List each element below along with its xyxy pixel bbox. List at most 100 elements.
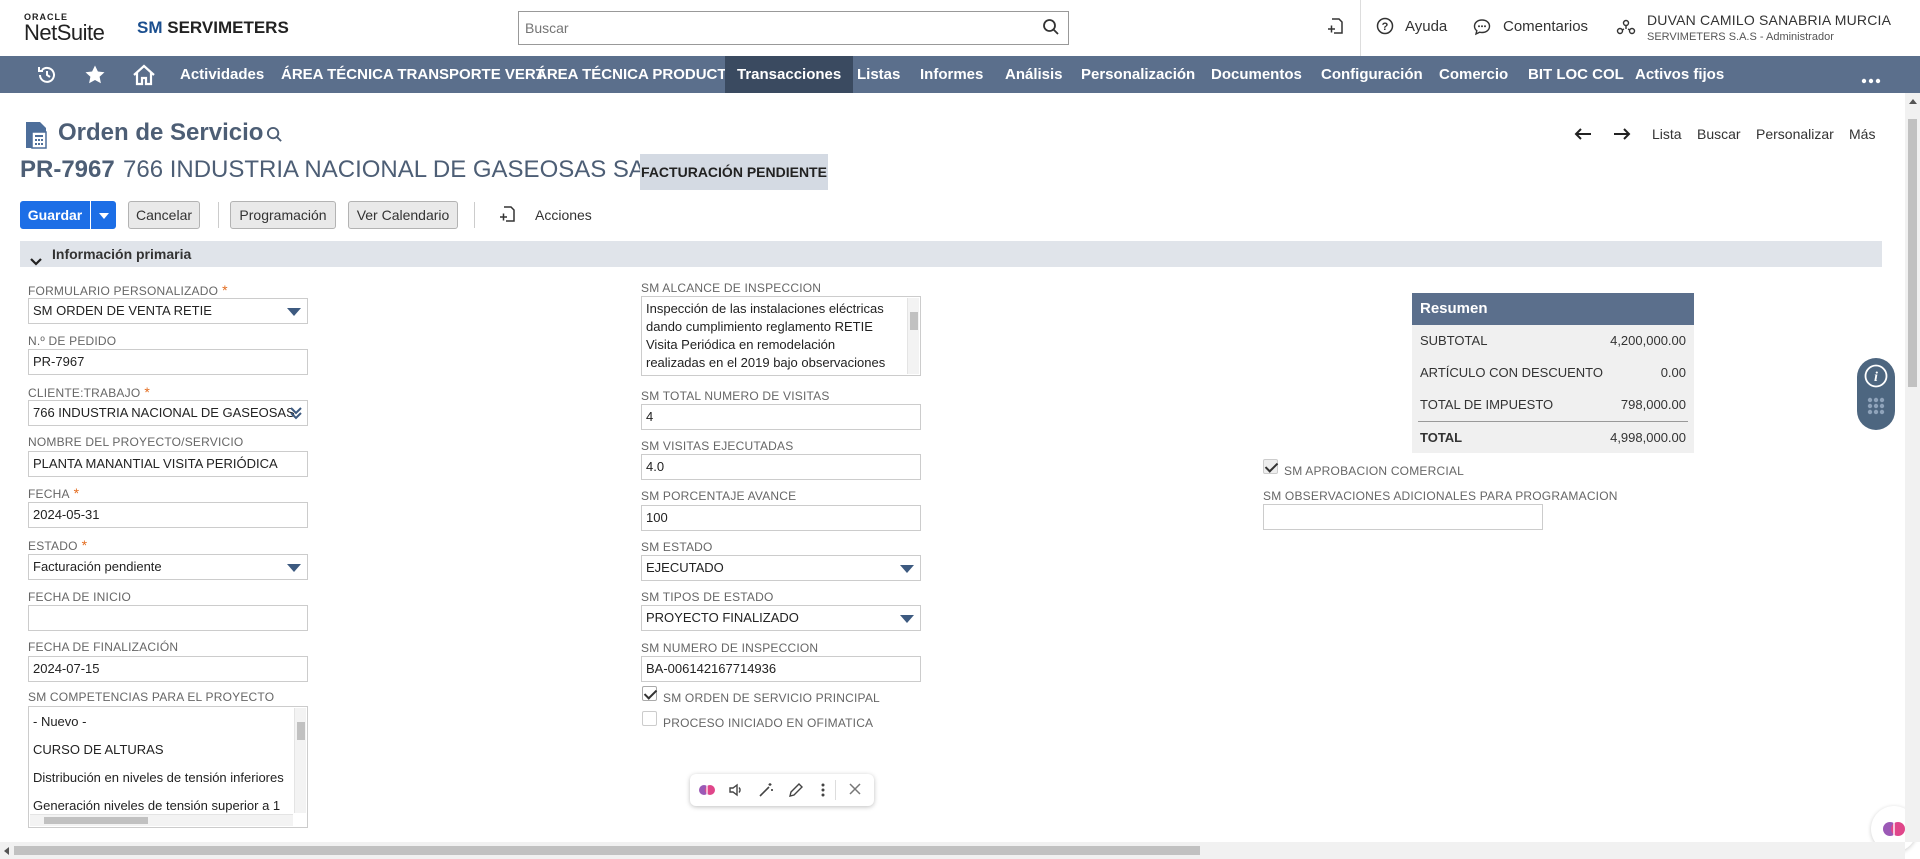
total-visits-input[interactable]: 4: [641, 404, 921, 430]
sm-state-select[interactable]: EJECUTADO: [641, 555, 921, 581]
chevron-down-icon: [30, 249, 42, 275]
section-primary-info[interactable]: Información primaria: [20, 241, 1882, 267]
scroll-thumb[interactable]: [1908, 119, 1917, 387]
textarea-vscroll[interactable]: [907, 298, 919, 374]
recent-icon[interactable]: [36, 64, 58, 91]
principal-order-label: SM ORDEN DE SERVICIO PRINCIPAL: [663, 691, 880, 705]
actions-menu[interactable]: Acciones: [535, 207, 592, 223]
nav-comercio[interactable]: Comercio: [1427, 56, 1520, 93]
nav-transacciones[interactable]: Transacciones: [725, 56, 854, 93]
list-item[interactable]: - Nuevo -: [29, 708, 307, 736]
state-select[interactable]: Facturación pendiente: [28, 554, 308, 580]
nav-area-tecnica-producto[interactable]: ÁREA TÉCNICA PRODUCTO: [524, 56, 750, 93]
nav-personalizacion[interactable]: Personalización: [1069, 56, 1207, 93]
form-select[interactable]: SM ORDEN DE VENTA RETIE: [28, 298, 308, 324]
cancel-button[interactable]: Cancelar: [128, 201, 200, 229]
nav-area-tecnica-transporte[interactable]: ÁREA TÉCNICA TRANSPORTE VERT.: [269, 56, 559, 93]
client-select[interactable]: 766 INDUSTRIA NACIONAL DE GASEOSAS: [28, 400, 308, 426]
search-icon[interactable]: [1042, 18, 1060, 41]
record-search-icon[interactable]: [266, 126, 283, 148]
pencil-icon[interactable]: [788, 782, 804, 801]
help-icon[interactable]: ?: [1376, 17, 1394, 39]
help-link[interactable]: Ayuda: [1405, 18, 1447, 35]
global-search[interactable]: [518, 11, 1069, 45]
nav-configuracion[interactable]: Configuración: [1309, 56, 1435, 93]
page-vertical-scrollbar[interactable]: [1905, 93, 1920, 842]
search-link[interactable]: Buscar: [1697, 126, 1741, 142]
project-input[interactable]: PLANTA MANANTIAL VISITA PERIÓDICA: [28, 451, 308, 477]
principal-order-checkbox[interactable]: [642, 686, 657, 701]
nav-activos-fijos[interactable]: Activos fijos: [1623, 56, 1736, 93]
comments-icon[interactable]: [1473, 18, 1491, 40]
listbox-vscroll[interactable]: [294, 708, 306, 813]
date-input[interactable]: 2024-05-31: [28, 502, 308, 528]
more-nav-icon[interactable]: [1861, 71, 1881, 89]
speaker-icon[interactable]: [728, 782, 744, 801]
favorites-star-icon[interactable]: [84, 64, 106, 91]
double-chevron-down-icon: [289, 405, 303, 425]
state-label-text: ESTADO: [28, 539, 78, 553]
role-switch-icon[interactable]: [1616, 18, 1636, 42]
list-item[interactable]: CURSO DE ALTURAS: [29, 736, 307, 764]
scroll-thumb[interactable]: [14, 846, 1200, 855]
start-date-input[interactable]: [28, 605, 308, 631]
tax-label: TOTAL DE IMPUESTO: [1420, 397, 1554, 412]
user-name[interactable]: DUVAN CAMILO SANABRIA MURCIA: [1647, 12, 1891, 28]
apps-grid-icon[interactable]: [1866, 396, 1886, 421]
state-types-select[interactable]: PROYECTO FINALIZADO: [641, 605, 921, 631]
list-item[interactable]: Distribución en niveles de tensión infer…: [29, 764, 307, 792]
more-vertical-icon[interactable]: [820, 782, 826, 801]
observations-input[interactable]: [1263, 504, 1543, 530]
nav-documentos[interactable]: Documentos: [1199, 56, 1314, 93]
order-number-input[interactable]: PR-7967: [28, 349, 308, 375]
user-role[interactable]: SERVIMETERS S.A.S - Administrador: [1647, 31, 1834, 43]
scroll-left-arrow-icon[interactable]: [4, 847, 9, 855]
comments-link[interactable]: Comentarios: [1503, 18, 1588, 35]
nav-analisis[interactable]: Análisis: [993, 56, 1075, 93]
netsuite-logo[interactable]: NetSuite: [24, 20, 105, 46]
nav-actividades[interactable]: Actividades: [168, 56, 276, 93]
progress-input[interactable]: 100: [641, 505, 921, 531]
calendar-button[interactable]: Ver Calendario: [348, 201, 458, 229]
executed-visits-input[interactable]: 4.0: [641, 454, 921, 480]
competencies-listbox[interactable]: - Nuevo - CURSO DE ALTURAS Distribución …: [28, 706, 308, 828]
brain-icon[interactable]: [698, 781, 716, 802]
competencies-label: SM COMPETENCIAS PARA EL PROYECTO: [28, 690, 275, 704]
inspection-number-input[interactable]: BA-006142167714936: [641, 656, 921, 682]
status-badge: FACTURACIÓN PENDIENTE: [640, 154, 828, 190]
nav-listas[interactable]: Listas: [845, 56, 912, 93]
scroll-up-arrow-icon[interactable]: [1909, 99, 1917, 104]
customize-link[interactable]: Personalizar: [1756, 126, 1834, 142]
magic-wand-icon[interactable]: [758, 782, 774, 801]
order-number-label: N.º DE PEDIDO: [28, 334, 117, 348]
scope-line: Visita Periódica en remodelación: [646, 337, 836, 352]
recent-records-icon[interactable]: [1326, 16, 1346, 40]
scroll-thumb[interactable]: [910, 312, 918, 330]
search-input[interactable]: [519, 12, 1019, 44]
nav-informes[interactable]: Informes: [908, 56, 995, 93]
list-link[interactable]: Lista: [1652, 126, 1682, 142]
save-dropdown-button[interactable]: [91, 201, 116, 229]
next-record-arrow-icon[interactable]: [1613, 127, 1631, 144]
scope-textarea[interactable]: Inspección de las instalaciones eléctric…: [641, 296, 921, 376]
scroll-thumb[interactable]: [44, 817, 148, 824]
listbox-hscroll[interactable]: [30, 814, 293, 826]
more-link[interactable]: Más: [1849, 126, 1875, 142]
home-icon[interactable]: [132, 64, 156, 91]
commercial-approval-checkbox[interactable]: [1263, 459, 1278, 474]
actions-icon[interactable]: [498, 204, 518, 229]
end-date-input[interactable]: 2024-07-15: [28, 656, 308, 682]
scroll-thumb[interactable]: [297, 722, 305, 740]
save-button[interactable]: Guardar: [20, 201, 90, 229]
summary-row-total: TOTAL 4,998,000.00: [1418, 421, 1688, 453]
ofimatica-checkbox[interactable]: [642, 711, 657, 726]
schedule-button[interactable]: Programación: [230, 201, 336, 229]
start-date-label: FECHA DE INICIO: [28, 590, 132, 604]
previous-record-arrow-icon[interactable]: [1574, 127, 1592, 144]
page-horizontal-scrollbar[interactable]: [0, 842, 1905, 859]
nav-bit-loc-col[interactable]: BIT LOC COL: [1516, 56, 1636, 93]
side-info-widget[interactable]: i: [1857, 358, 1895, 430]
close-icon[interactable]: [848, 782, 862, 799]
form-label: FORMULARIO PERSONALIZADO *: [28, 282, 228, 298]
info-icon[interactable]: i: [1864, 364, 1888, 393]
